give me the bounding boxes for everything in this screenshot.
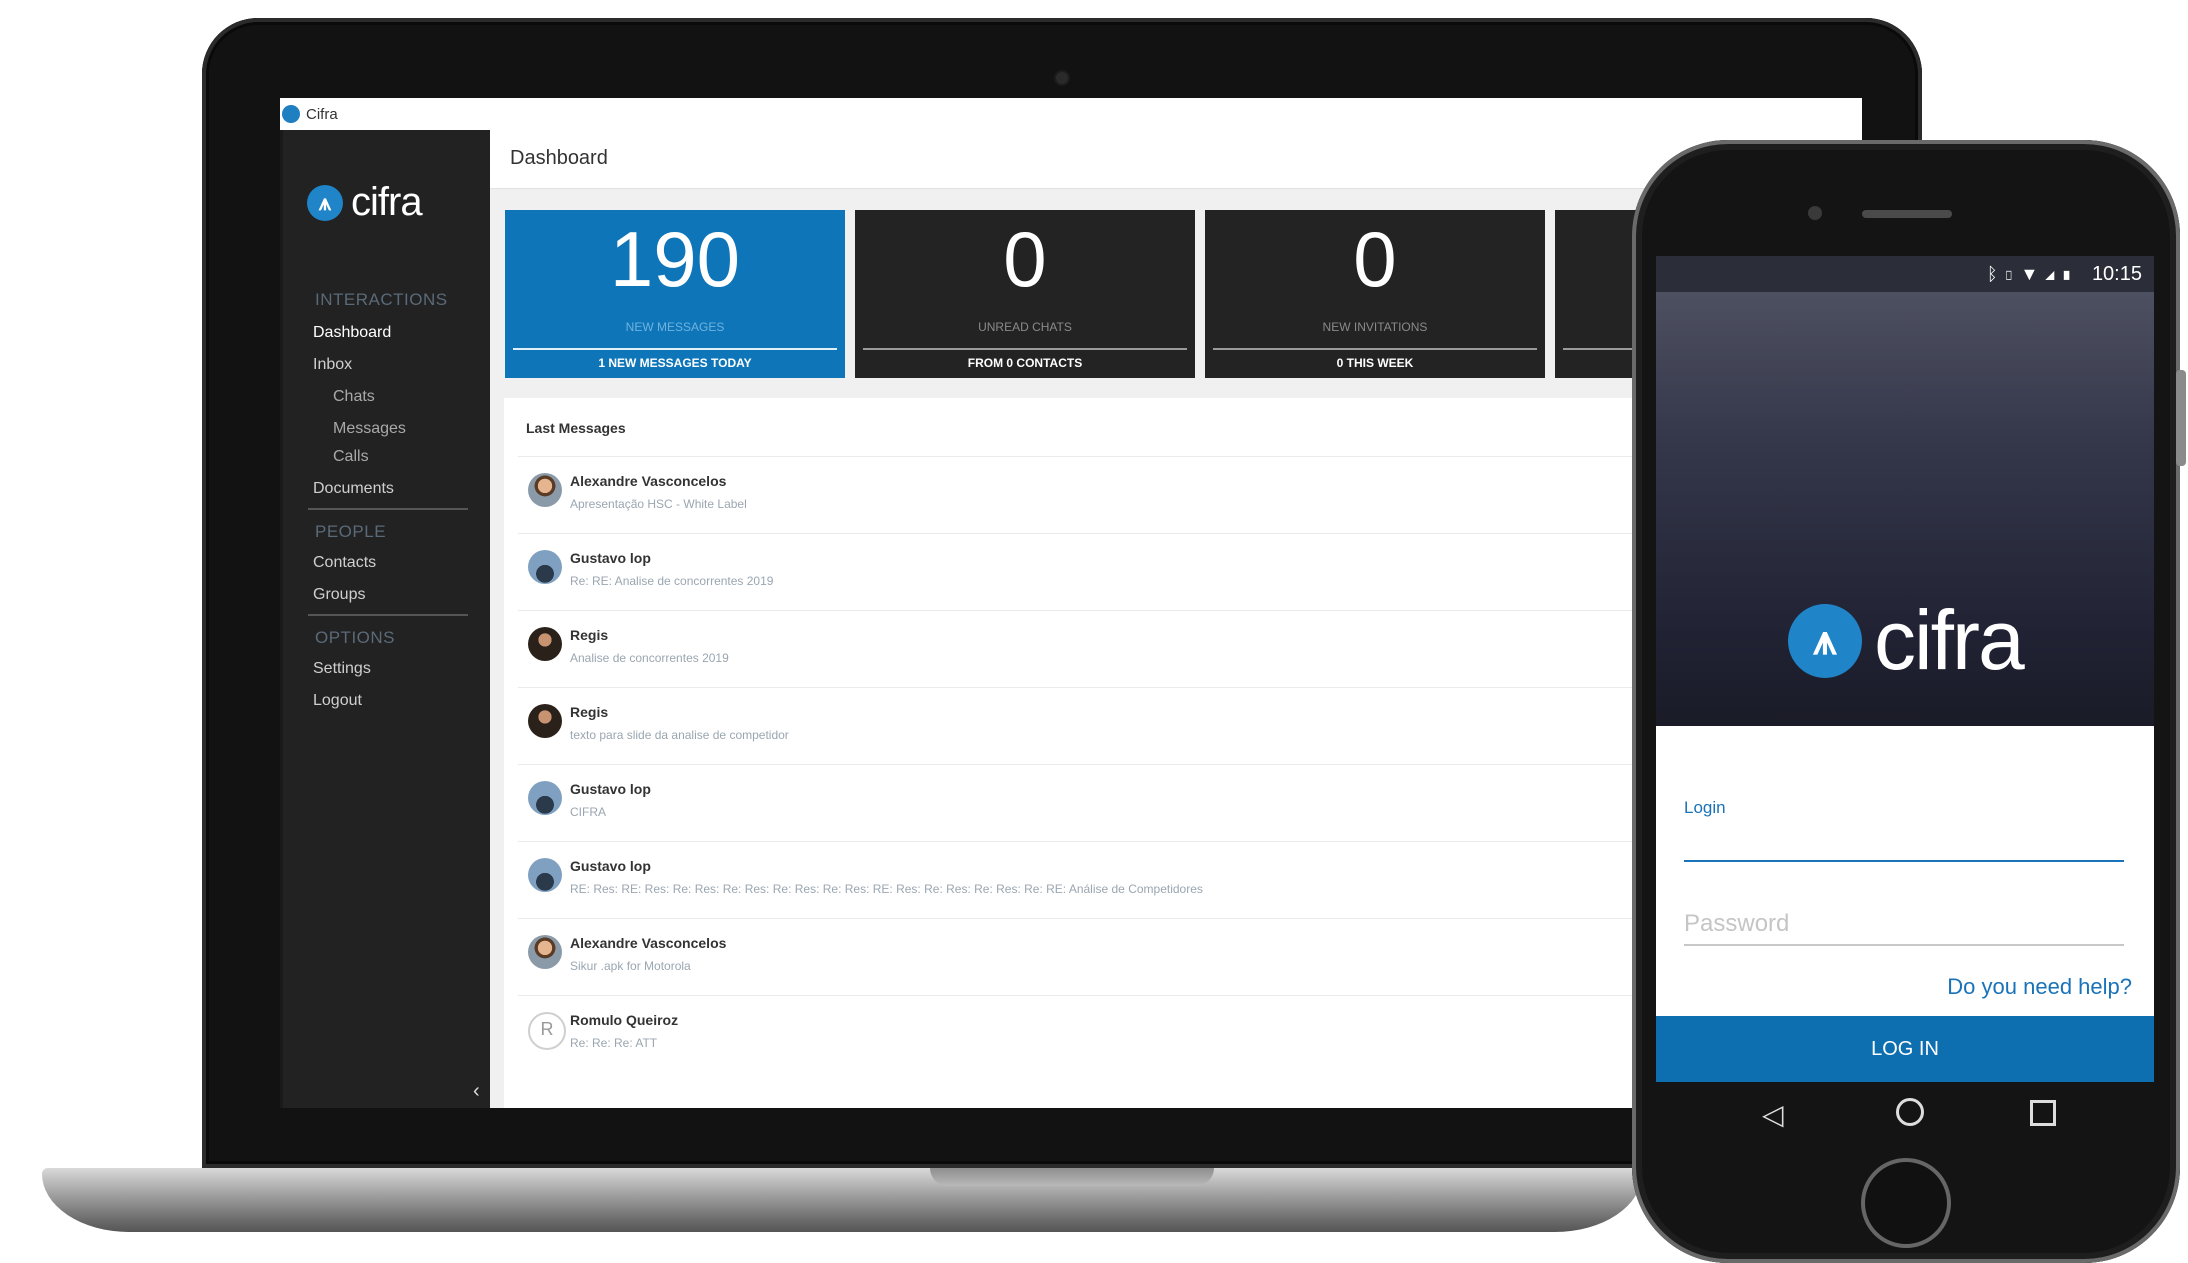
sidebar-item-settings[interactable]: Settings xyxy=(313,660,371,678)
avatar xyxy=(528,473,562,507)
sidebar-item-inbox[interactable]: Inbox xyxy=(313,356,352,374)
sidebar-item-chats[interactable]: Chats xyxy=(333,388,375,406)
laptop-screen: Cifra ⩚ cifra INTERACTIONS Dashboard Inb… xyxy=(280,98,1862,1108)
sidebar-item-calls[interactable]: Calls xyxy=(333,448,369,466)
message-subject: Apresentação HSC - White Label xyxy=(570,497,747,511)
brand-name: cifra xyxy=(351,180,423,224)
stat-divider xyxy=(863,348,1187,350)
avatar xyxy=(528,781,562,815)
brand-name: cifra xyxy=(1874,593,2025,687)
sidebar: ⩚ cifra INTERACTIONS Dashboard Inbox Cha… xyxy=(280,130,493,1108)
window-titlebar: Cifra xyxy=(280,98,1862,130)
recents-icon[interactable] xyxy=(2030,1100,2056,1126)
login-button[interactable]: LOG IN xyxy=(1656,1016,2154,1082)
avatar xyxy=(528,704,562,738)
cifra-logo-icon: ⩚ xyxy=(307,184,343,221)
vibrate-icon: ▯ xyxy=(2003,263,2021,284)
message-subject: Re: RE: Analise de concorrentes 2019 xyxy=(570,574,774,588)
home-icon[interactable] xyxy=(1896,1098,1924,1126)
laptop-base xyxy=(42,1168,1642,1232)
cifra-logo-icon: ⩚ xyxy=(1788,603,1862,678)
stat-number: 0 xyxy=(1353,215,1397,303)
cifra-logo-icon xyxy=(282,105,300,123)
message-sender: Gustavo lop xyxy=(570,550,651,566)
laptop-camera xyxy=(1056,72,1068,84)
message-subject: Sikur .apk for Motorola xyxy=(570,959,691,973)
login-form: Login Do you need help? xyxy=(1656,726,2154,1016)
signal-icon: ◢ xyxy=(2044,263,2062,284)
stat-number: 190 xyxy=(609,215,741,303)
message-sender: Regis xyxy=(570,627,609,643)
stat-card-new-invitations[interactable]: 0 NEW INVITATIONS 0 THIS WEEK xyxy=(1205,210,1545,378)
login-label: Login xyxy=(1684,798,1726,817)
phone-brand: ⩚ cifra xyxy=(1788,592,2025,689)
stat-footer: 0 THIS WEEK xyxy=(1336,356,1414,370)
sidebar-item-groups[interactable]: Groups xyxy=(313,586,365,604)
phone-earpiece xyxy=(1862,210,1952,218)
nav-divider xyxy=(308,614,468,616)
window-title: Cifra xyxy=(306,105,338,123)
stat-divider xyxy=(513,348,837,350)
message-subject: Re: Re: Re: ATT xyxy=(570,1036,658,1050)
password-input[interactable] xyxy=(1684,904,2124,946)
status-icons: ᛒ▯▼◢▮ xyxy=(1987,264,2078,285)
stat-card-unread-chats[interactable]: 0 UNREAD CHATS FROM 0 CONTACTS xyxy=(855,210,1195,378)
sidebar-item-documents[interactable]: Documents xyxy=(313,480,394,498)
avatar: R xyxy=(528,1012,566,1050)
chevron-left-icon[interactable]: ‹ xyxy=(473,1080,480,1103)
sidebar-item-dashboard[interactable]: Dashboard xyxy=(313,324,391,342)
avatar xyxy=(528,550,562,584)
sidebar-item-logout[interactable]: Logout xyxy=(313,692,362,710)
message-subject: CIFRA xyxy=(570,805,606,819)
phone-screen: ᛒ▯▼◢▮ 10:15 ⩚ cifra Login Do you need he… xyxy=(1656,256,2154,1082)
status-time: 10:15 xyxy=(2091,262,2142,285)
phone-camera xyxy=(1808,206,1822,220)
sidebar-item-contacts[interactable]: Contacts xyxy=(313,554,376,572)
stat-footer: 1 NEW MESSAGES TODAY xyxy=(598,356,752,370)
message-sender: Alexandre Vasconcelos xyxy=(570,473,727,489)
message-sender: Regis xyxy=(570,704,609,720)
message-subject: RE: Res: RE: Res: Re: Res: Re: Res: Re: … xyxy=(570,882,1203,896)
bluetooth-icon: ᛒ xyxy=(1986,263,2004,284)
message-sender: Gustavo lop xyxy=(570,781,651,797)
login-hero: ⩚ cifra xyxy=(1656,292,2154,726)
section-interactions: INTERACTIONS xyxy=(315,290,448,309)
phone-side-button xyxy=(2176,370,2186,466)
stat-divider xyxy=(1213,348,1537,350)
help-link[interactable]: Do you need help? xyxy=(1947,974,2132,1000)
stat-label: UNREAD CHATS xyxy=(978,320,1072,334)
phone-home-button[interactable] xyxy=(1861,1158,1951,1248)
stat-footer: FROM 0 CONTACTS xyxy=(967,356,1083,370)
stat-label: NEW MESSAGES xyxy=(625,320,725,334)
page-title: Dashboard xyxy=(510,147,608,169)
login-input[interactable] xyxy=(1684,860,2124,862)
avatar xyxy=(528,858,562,892)
sidebar-brand: ⩚ cifra xyxy=(307,180,423,225)
section-people: PEOPLE xyxy=(315,522,387,541)
message-subject: texto para slide da analise de competido… xyxy=(570,728,789,742)
nav-divider xyxy=(308,508,468,510)
wifi-icon: ▼ xyxy=(2020,263,2045,284)
sidebar-item-messages[interactable]: Messages xyxy=(333,420,406,438)
message-sender: Alexandre Vasconcelos xyxy=(570,935,727,951)
message-subject: Analise de concorrentes 2019 xyxy=(570,651,729,665)
avatar xyxy=(528,935,562,969)
message-sender: Gustavo lop xyxy=(570,858,651,874)
laptop-notch xyxy=(930,1168,1214,1186)
stat-number: 0 xyxy=(1003,215,1047,303)
stat-label: NEW INVITATIONS xyxy=(1322,320,1428,334)
section-options: OPTIONS xyxy=(315,628,396,647)
android-nav-bar: ◁ xyxy=(1656,1082,2154,1148)
stat-card-new-messages[interactable]: 190 NEW MESSAGES 1 NEW MESSAGES TODAY xyxy=(505,210,845,378)
message-sender: Romulo Queiroz xyxy=(570,1012,679,1028)
status-bar: ᛒ▯▼◢▮ 10:15 xyxy=(1656,256,2154,292)
avatar xyxy=(528,627,562,661)
battery-icon: ▮ xyxy=(2061,263,2078,284)
back-icon[interactable]: ◁ xyxy=(1762,1098,1784,1131)
last-messages-title: Last Messages xyxy=(526,420,626,436)
